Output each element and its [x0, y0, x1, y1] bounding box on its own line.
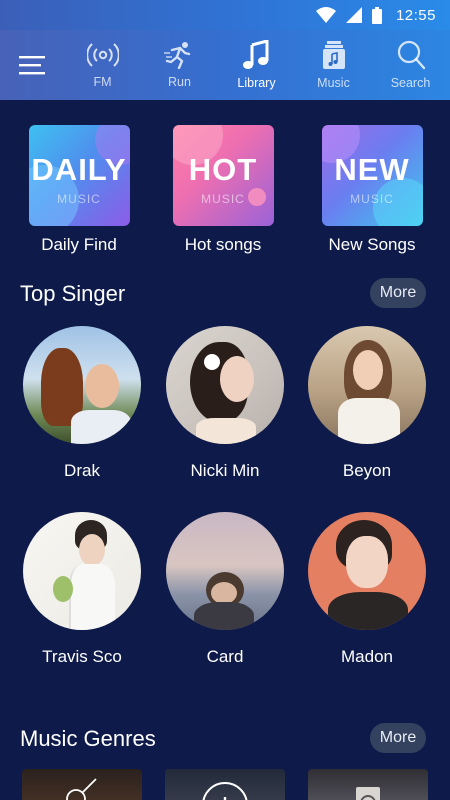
search-icon: [397, 40, 425, 70]
guitar-icon: [66, 778, 97, 800]
hot-music-tile[interactable]: HOT MUSIC: [172, 125, 274, 226]
daily-music-tile[interactable]: DAILY MUSIC: [28, 125, 130, 226]
battery-icon: [371, 6, 382, 24]
nav-label-run: Run: [168, 75, 191, 89]
wifi-icon: [315, 7, 336, 23]
genre-card[interactable]: [22, 769, 142, 800]
music-note-icon: [242, 40, 268, 69]
hamburger-icon: [19, 56, 45, 75]
nav-item-library[interactable]: Library: [218, 30, 295, 100]
tile-title: HOT: [188, 151, 258, 187]
featured-caption: Daily Find: [41, 235, 117, 254]
equalizer-icon: [202, 782, 248, 800]
radio-icon: [86, 43, 119, 67]
singer-avatar[interactable]: [166, 326, 284, 444]
nav-label-fm: FM: [93, 75, 112, 89]
top-singer-more-button[interactable]: More: [370, 278, 426, 308]
featured-hot-songs[interactable]: HOT MUSIC Hot songs: [168, 125, 278, 255]
singer-card[interactable]: Beyon: [302, 326, 432, 481]
clock: 12:55: [395, 6, 436, 24]
singer-name: Card: [206, 647, 244, 666]
nav-item-fm[interactable]: FM: [64, 30, 141, 100]
tile-subtitle: MUSIC: [57, 191, 101, 206]
signal-icon: [345, 7, 362, 23]
singer-avatar[interactable]: [308, 512, 426, 630]
tile-title: NEW: [334, 151, 410, 187]
nav-item-search[interactable]: Search: [372, 30, 449, 100]
status-bar: 12:55: [0, 0, 450, 30]
menu-button[interactable]: [0, 30, 64, 100]
genre-card[interactable]: [308, 769, 428, 800]
singer-card[interactable]: Nicki Min: [160, 326, 290, 481]
featured-caption: New Songs: [328, 235, 416, 254]
nav-item-music[interactable]: Music: [295, 30, 372, 100]
new-music-tile[interactable]: NEW MUSIC: [321, 125, 423, 226]
featured-new-songs[interactable]: NEW MUSIC New Songs: [317, 125, 427, 255]
singer-name: Drak: [64, 461, 100, 480]
singer-avatar[interactable]: [166, 512, 284, 630]
tile-subtitle: MUSIC: [201, 191, 245, 206]
music-genres-more-button[interactable]: More: [370, 723, 426, 753]
singer-name: Travis Sco: [42, 647, 122, 666]
nav-label-music: Music: [317, 76, 350, 90]
nav-label-search: Search: [390, 76, 431, 90]
featured-daily-find[interactable]: DAILY MUSIC Daily Find: [24, 125, 134, 255]
singer-card[interactable]: Drak: [17, 326, 147, 481]
singer-avatar[interactable]: [308, 326, 426, 444]
music-genres-title: Music Genres: [20, 726, 156, 751]
singer-avatar[interactable]: [23, 512, 141, 630]
tile-title: DAILY: [31, 151, 127, 187]
singer-name: Beyon: [342, 461, 392, 480]
tile-subtitle: MUSIC: [350, 191, 394, 206]
speaker-icon: [356, 787, 380, 800]
featured-playlists: DAILY MUSIC Daily Find HOT MUSIC Hot son…: [0, 125, 450, 260]
top-singer-title: Top Singer: [20, 281, 126, 306]
nav-label-library: Library: [237, 76, 276, 90]
singer-name: Madon: [341, 647, 393, 666]
singer-card[interactable]: Card: [160, 512, 290, 667]
nav-item-run[interactable]: Run: [141, 30, 218, 100]
singer-card[interactable]: Madon: [302, 512, 432, 667]
genre-card[interactable]: [165, 769, 285, 800]
music-stack-icon: [322, 41, 345, 69]
top-navigation: FM Run Library Music Search: [0, 30, 450, 100]
singer-avatar[interactable]: [23, 326, 141, 444]
runner-icon: [163, 42, 190, 69]
singer-name: Nicki Min: [190, 461, 260, 480]
singer-card[interactable]: Travis Sco: [17, 512, 147, 667]
featured-caption: Hot songs: [184, 235, 262, 254]
